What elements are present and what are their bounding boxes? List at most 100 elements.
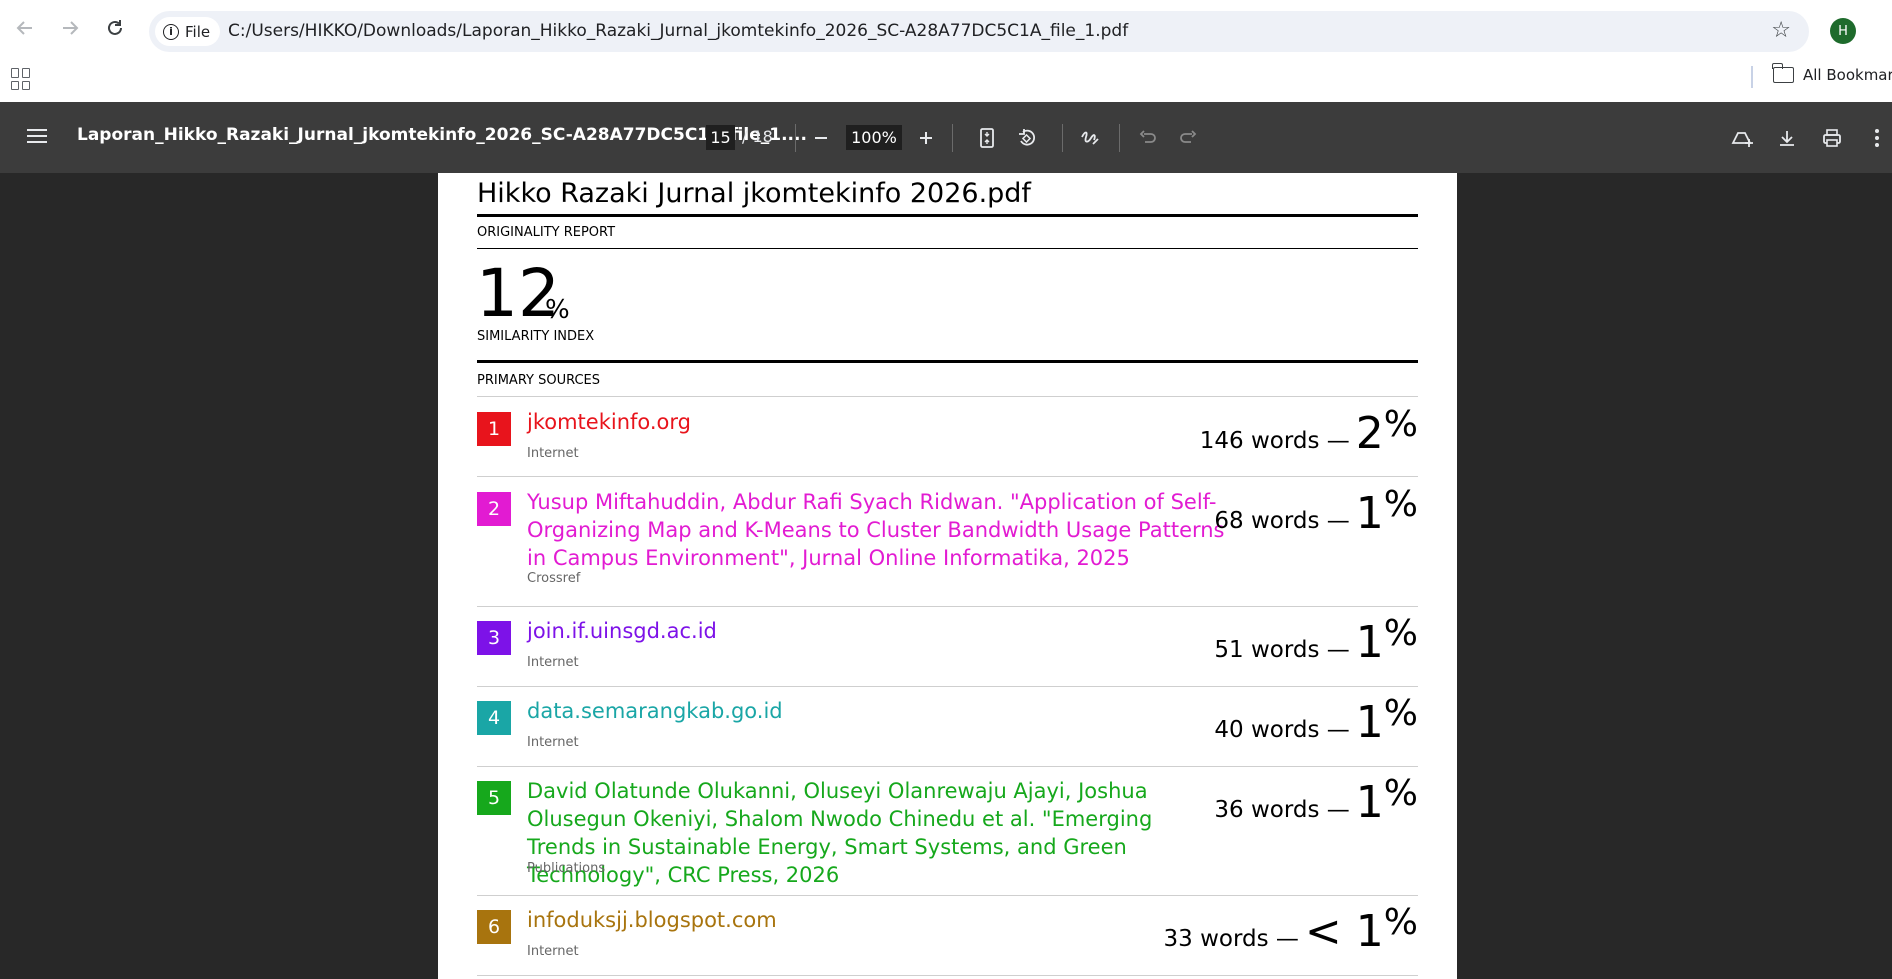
- source-percent: 2%: [1355, 404, 1418, 459]
- rotate-icon: [1019, 129, 1036, 146]
- menu-icon[interactable]: [27, 129, 47, 143]
- source-name[interactable]: David Olatunde Olukanni, Oluseyi Olanrew…: [527, 777, 1227, 889]
- divider: [477, 396, 1418, 397]
- source-name[interactable]: jkomtekinfo.org: [527, 408, 1227, 436]
- divider: [477, 686, 1418, 687]
- divider: [477, 895, 1418, 896]
- avatar[interactable]: H: [1830, 18, 1856, 44]
- toolbar-divider: [795, 124, 796, 152]
- source-match: 36 words — 1%: [1214, 773, 1418, 828]
- fit-page-icon: [980, 128, 994, 148]
- undo-button[interactable]: [1134, 124, 1162, 152]
- reload-button[interactable]: [100, 13, 130, 43]
- source-number-badge: 1: [477, 412, 511, 446]
- source-name[interactable]: join.if.uinsgd.ac.id: [527, 617, 1227, 645]
- zoom-input[interactable]: 100%: [846, 125, 902, 150]
- pdf-page: Hikko Razaki Jurnal jkomtekinfo 2026.pdf…: [438, 173, 1457, 979]
- divider: [477, 360, 1418, 363]
- source-type: Publications: [527, 861, 606, 876]
- download-button[interactable]: [1773, 124, 1801, 152]
- more-options-button[interactable]: [1863, 124, 1891, 152]
- source-match: 51 words — 1%: [1214, 613, 1418, 668]
- document-title: Laporan_Hikko_Razaki_Jurnal_jkomtekinfo_…: [77, 125, 807, 145]
- info-icon: i: [163, 23, 179, 40]
- page-total: / 18: [742, 127, 773, 146]
- arrow-left-icon: [16, 21, 32, 35]
- source-number-badge: 6: [477, 910, 511, 944]
- divider: [477, 476, 1418, 477]
- minus-icon: [815, 137, 827, 139]
- source-match: 40 words — 1%: [1214, 693, 1418, 748]
- bookmarks-bar: All Bookmarks: [0, 62, 1892, 102]
- toolbar-divider: [952, 124, 953, 152]
- zoom-out-button[interactable]: [807, 124, 835, 152]
- redo-button[interactable]: [1174, 124, 1202, 152]
- divider: [477, 248, 1418, 249]
- source-match: 146 words — 2%: [1200, 404, 1418, 459]
- reload-icon: [108, 20, 122, 35]
- drive-add-icon: [1731, 132, 1753, 147]
- fit-page-button[interactable]: [973, 124, 1001, 152]
- originality-report-label: ORIGINALITY REPORT: [477, 225, 616, 240]
- source-words: 51 words —: [1214, 637, 1350, 663]
- source-type: Crossref: [527, 571, 581, 586]
- source-words: 33 words —: [1163, 926, 1299, 952]
- draw-button[interactable]: [1076, 124, 1104, 152]
- site-info-chip[interactable]: i File: [155, 17, 221, 46]
- source-words: 36 words —: [1214, 797, 1350, 823]
- source-percent: 1%: [1355, 484, 1418, 539]
- toolbar-divider: [1062, 124, 1063, 152]
- arrow-right-icon: [63, 21, 79, 35]
- source-name[interactable]: Yusup Miftahuddin, Abdur Rafi Syach Ridw…: [527, 488, 1227, 572]
- similarity-unit: %: [545, 295, 570, 325]
- source-percent: 1%: [1355, 693, 1418, 748]
- plus-icon: [920, 132, 932, 144]
- save-to-drive-button[interactable]: [1728, 124, 1756, 152]
- rotate-button[interactable]: [1013, 124, 1041, 152]
- page-number-input[interactable]: 15: [706, 125, 735, 150]
- source-number-badge: 5: [477, 781, 511, 815]
- forward-button[interactable]: [55, 13, 85, 43]
- chip-label: File: [185, 22, 211, 41]
- similarity-index-label: SIMILARITY INDEX: [477, 329, 595, 344]
- url-text[interactable]: C:/Users/HIKKO/Downloads/Laporan_Hikko_R…: [228, 21, 1128, 41]
- address-bar[interactable]: i File C:/Users/HIKKO/Downloads/Laporan_…: [149, 11, 1809, 52]
- pdf-toolbar: Laporan_Hikko_Razaki_Jurnal_jkomtekinfo_…: [0, 102, 1892, 173]
- divider: [477, 214, 1418, 217]
- draw-icon: [1081, 131, 1099, 145]
- source-number-badge: 3: [477, 621, 511, 655]
- zoom-in-button[interactable]: [912, 124, 940, 152]
- source-percent: < 1%: [1304, 902, 1418, 957]
- source-match: 68 words — 1%: [1214, 484, 1418, 539]
- source-type: Internet: [527, 655, 579, 670]
- source-percent: 1%: [1355, 613, 1418, 668]
- source-name[interactable]: data.semarangkab.go.id: [527, 697, 1227, 725]
- folder-icon: [1772, 63, 1794, 83]
- divider: [477, 766, 1418, 767]
- source-words: 146 words —: [1199, 428, 1350, 454]
- apps-grid-icon[interactable]: [11, 68, 33, 90]
- undo-icon: [1139, 130, 1156, 143]
- toolbar-divider: [1119, 124, 1120, 152]
- report-title: Hikko Razaki Jurnal jkomtekinfo 2026.pdf: [477, 178, 1031, 209]
- source-match: 33 words — < 1%: [1164, 902, 1418, 957]
- source-words: 40 words —: [1214, 717, 1350, 743]
- redo-icon: [1180, 130, 1197, 143]
- all-bookmarks-label: All Bookmarks: [1803, 66, 1892, 84]
- all-bookmarks-button[interactable]: All Bookmarks: [1772, 63, 1892, 84]
- pdf-viewer[interactable]: Hikko Razaki Jurnal jkomtekinfo 2026.pdf…: [0, 173, 1892, 979]
- bookmarks-divider: [1751, 66, 1753, 88]
- primary-sources-label: PRIMARY SOURCES: [477, 373, 601, 388]
- source-number-badge: 4: [477, 701, 511, 735]
- source-words: 68 words —: [1214, 508, 1350, 534]
- print-button[interactable]: [1818, 124, 1846, 152]
- download-icon: [1780, 131, 1794, 146]
- browser-toolbar: i File C:/Users/HIKKO/Downloads/Laporan_…: [0, 0, 1892, 62]
- divider: [477, 975, 1418, 976]
- source-name[interactable]: infoduksjj.blogspot.com: [527, 906, 1227, 934]
- source-type: Internet: [527, 446, 579, 461]
- back-button[interactable]: [10, 13, 40, 43]
- bookmark-star-icon[interactable]: ☆: [1771, 18, 1791, 43]
- source-number-badge: 2: [477, 492, 511, 526]
- source-type: Internet: [527, 735, 579, 750]
